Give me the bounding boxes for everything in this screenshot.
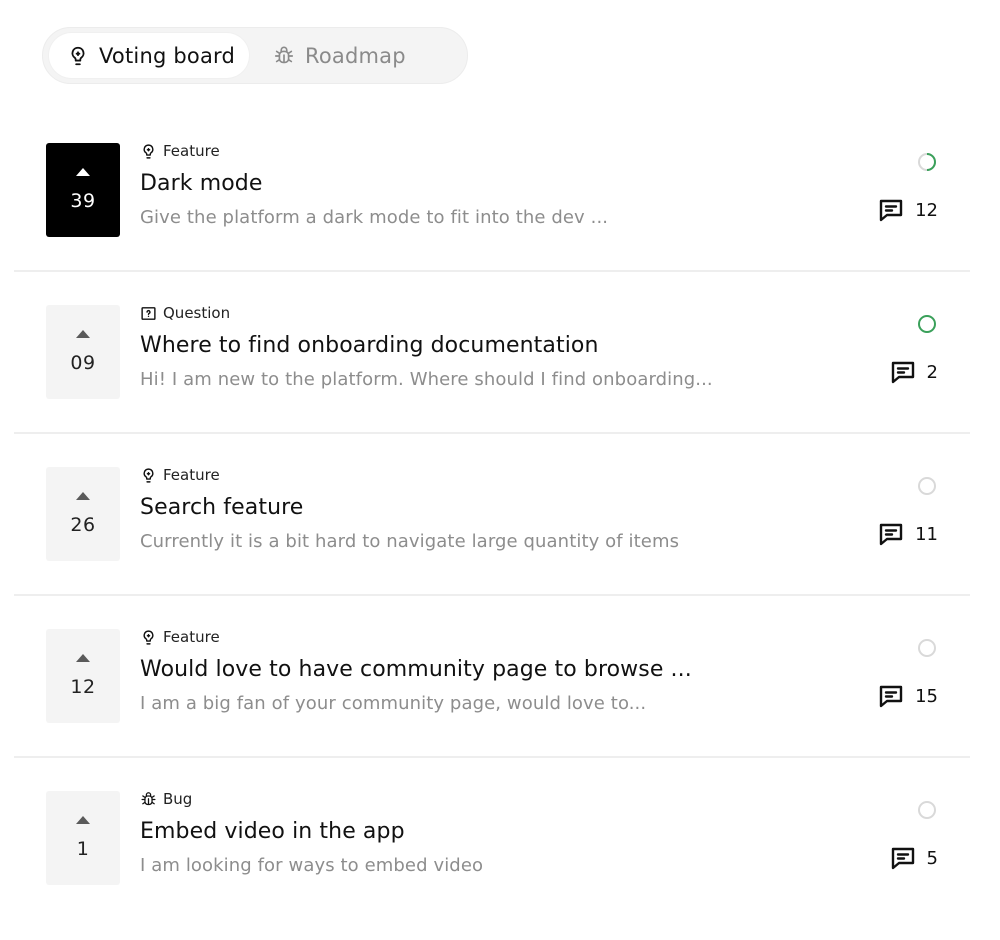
status-complete-icon [917, 314, 937, 334]
upvote-button[interactable]: 1 [46, 791, 120, 885]
comments-button[interactable]: 12 [877, 196, 938, 224]
post-content: Feature Search feature Currently it is a b… [140, 464, 820, 552]
upvote-button[interactable]: 39 [46, 143, 120, 237]
post-description: Give the platform a dark mode to fit int… [140, 207, 609, 228]
tab-voting-board[interactable]: Voting board [49, 33, 250, 78]
post-row[interactable]: 26 Feature Search feature Currently it is a… [14, 434, 970, 596]
post-tag-label: Question [163, 304, 231, 322]
comment-count: 15 [915, 685, 938, 707]
comments-button[interactable]: 15 [877, 682, 938, 710]
comment-icon [877, 196, 905, 224]
lightbulb-icon [140, 629, 157, 646]
vote-count: 12 [70, 676, 96, 698]
vote-count: 1 [76, 838, 90, 860]
tab-roadmap[interactable]: Roadmap [255, 33, 420, 78]
lightbulb-icon [67, 45, 89, 67]
vote-count: 39 [70, 190, 96, 212]
comments-button[interactable]: 11 [877, 520, 938, 548]
post-row[interactable]: 1 Bug Embed video in the app I am looking f… [14, 758, 970, 920]
post-title[interactable]: Search feature [140, 495, 820, 520]
post-tag: Feature [140, 464, 820, 486]
post-content: Bug Embed video in the app I am looking fo… [140, 788, 820, 876]
post-description: I am looking for ways to embed video [140, 855, 484, 876]
comments-button[interactable]: 2 [889, 358, 938, 386]
status-open-icon [917, 800, 937, 820]
post-description: I am a big fan of your community page, w… [140, 693, 647, 714]
post-tag-label: Feature [163, 628, 220, 646]
comment-count: 2 [926, 361, 938, 383]
post-tag: Bug [140, 788, 820, 810]
upvote-arrow-icon [76, 330, 90, 338]
lightbulb-icon [140, 467, 157, 484]
post-row[interactable]: 39 Feature Dark mode Give the platform a da… [14, 110, 970, 272]
post-tag: Feature [140, 140, 820, 162]
upvote-button[interactable]: 12 [46, 629, 120, 723]
post-title[interactable]: Dark mode [140, 171, 820, 196]
upvote-button[interactable]: 09 [46, 305, 120, 399]
tab-label: Roadmap [305, 43, 406, 68]
post-title[interactable]: Would love to have community page to bro… [140, 657, 820, 682]
post-row[interactable]: 12 Feature Would love to have community pa… [14, 596, 970, 758]
tab-label: Voting board [99, 43, 236, 68]
comment-count: 12 [915, 199, 938, 221]
question-icon [140, 305, 157, 322]
post-list: 39 Feature Dark mode Give the platform a da… [14, 110, 970, 920]
vote-count: 09 [70, 352, 96, 374]
comment-icon [877, 520, 905, 548]
post-description: Currently it is a bit hard to navigate l… [140, 531, 680, 552]
post-tag: Feature [140, 626, 820, 648]
comment-icon [889, 358, 917, 386]
vote-count: 26 [70, 514, 96, 536]
upvote-arrow-icon [76, 654, 90, 662]
post-tag-label: Bug [163, 790, 193, 808]
comment-count: 11 [915, 523, 938, 545]
comment-icon [889, 844, 917, 872]
post-description: Hi! I am new to the platform. Where shou… [140, 369, 713, 390]
board-tabs: Voting board Roadmap [42, 27, 468, 84]
comments-button[interactable]: 5 [889, 844, 938, 872]
comment-count: 5 [926, 847, 938, 869]
status-open-icon [917, 638, 937, 658]
bug-icon [273, 45, 295, 67]
upvote-arrow-icon [76, 492, 90, 500]
post-tag: Question [140, 302, 820, 324]
post-tag-label: Feature [163, 466, 220, 484]
lightbulb-icon [140, 143, 157, 160]
status-in-progress-icon [917, 152, 937, 172]
post-content: Feature Would love to have community page… [140, 626, 820, 714]
post-title[interactable]: Where to find onboarding documentation [140, 333, 820, 358]
post-row[interactable]: 09 Question Where to find onboarding docum… [14, 272, 970, 434]
upvote-arrow-icon [76, 168, 90, 176]
upvote-arrow-icon [76, 816, 90, 824]
bug-icon [140, 791, 157, 808]
upvote-button[interactable]: 26 [46, 467, 120, 561]
post-title[interactable]: Embed video in the app [140, 819, 820, 844]
comment-icon [877, 682, 905, 710]
post-tag-label: Feature [163, 142, 220, 160]
status-open-icon [917, 476, 937, 496]
post-content: Feature Dark mode Give the platform a dark… [140, 140, 820, 228]
post-content: Question Where to find onboarding documen… [140, 302, 820, 390]
